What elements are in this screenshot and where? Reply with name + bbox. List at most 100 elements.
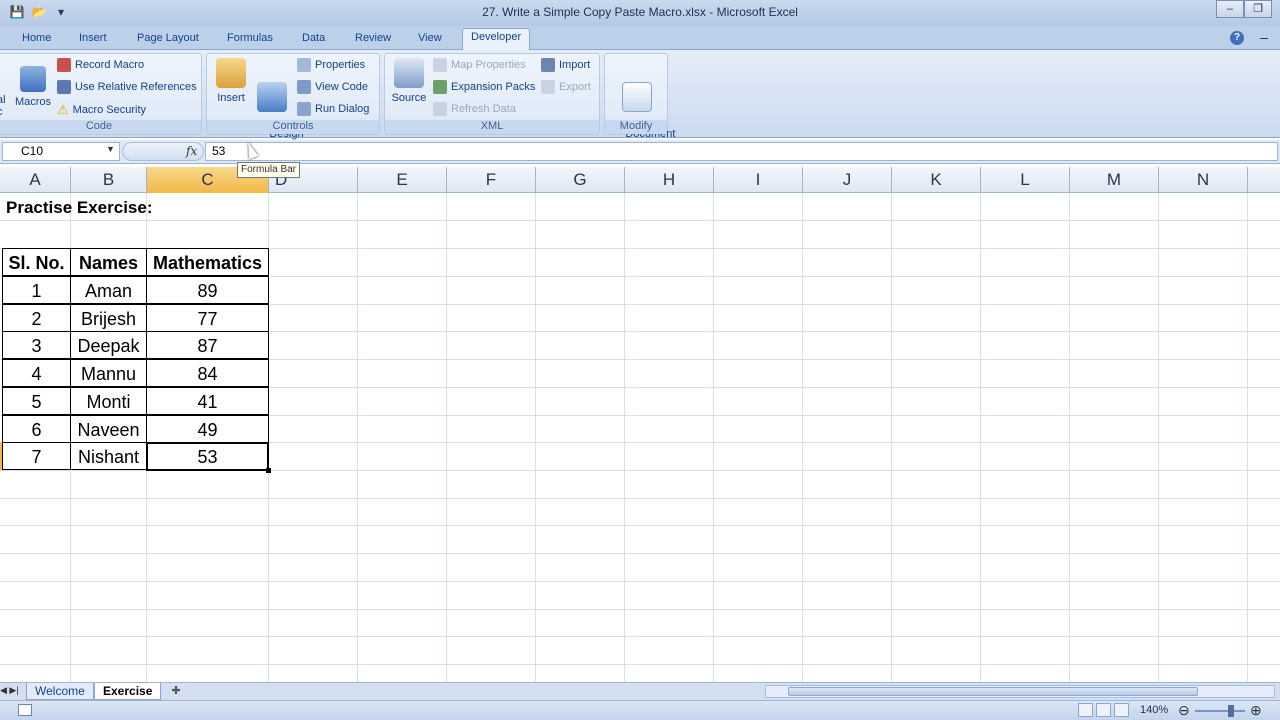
name-box[interactable]: C10 (2, 142, 120, 161)
column-header-f[interactable]: F (447, 167, 536, 193)
record-macro-button[interactable]: Record Macro (57, 58, 144, 72)
code-group: al c Macros Record Macro Use Relative Re… (0, 53, 202, 135)
table-cell[interactable]: 4 (2, 359, 71, 387)
insert-function-icon[interactable]: fx (186, 144, 197, 158)
column-header-l[interactable]: L (981, 167, 1070, 193)
ribbon: al c Macros Record Macro Use Relative Re… (0, 50, 1280, 152)
refresh-data-button[interactable]: Refresh Data (433, 102, 516, 116)
column-header-b[interactable]: B (71, 167, 147, 193)
title-bar: 💾 📂 ▾ 27. Write a Simple Copy Paste Macr… (0, 0, 1280, 26)
column-header-g[interactable]: G (536, 167, 625, 193)
column-header-m[interactable]: M (1070, 167, 1159, 193)
window-title: 27. Write a Simple Copy Paste Macro.xlsx… (482, 5, 798, 19)
zoom-level[interactable]: 140% (1140, 704, 1168, 716)
relative-references-icon (57, 80, 71, 94)
horizontal-scrollbar[interactable] (765, 685, 1275, 698)
tab-page-layout[interactable]: Page Layout (129, 30, 207, 46)
page-break-view-icon[interactable] (1114, 703, 1129, 717)
map-properties-button[interactable]: Map Properties (433, 58, 526, 72)
column-header-i[interactable]: I (714, 167, 803, 193)
table-cell[interactable]: Aman (70, 276, 147, 304)
tab-review[interactable]: Review (347, 30, 399, 46)
fill-handle[interactable] (266, 468, 271, 473)
xml-group: Source Map Properties Expansion Packs Re… (384, 53, 600, 135)
restore-button[interactable]: ❐ (1244, 0, 1272, 18)
name-box-dropdown-icon[interactable]: ▼ (106, 144, 115, 154)
status-bar: 140% ⊖ ⊕ (0, 700, 1280, 720)
table-cell[interactable]: Mannu (70, 359, 147, 387)
column-header-h[interactable]: H (625, 167, 714, 193)
table-header-cell[interactable]: Names (70, 248, 147, 276)
table-header-cell[interactable]: Mathematics (146, 248, 269, 276)
tab-formulas[interactable]: Formulas (219, 30, 281, 46)
table-cell[interactable]: 89 (146, 276, 269, 304)
macro-security-button[interactable]: ⚠ Macro Security (57, 102, 146, 118)
source-icon (394, 58, 424, 88)
table-cell[interactable]: Brijesh (70, 304, 147, 332)
tab-developer[interactable]: Developer (462, 28, 531, 50)
tab-insert[interactable]: Insert (71, 30, 115, 46)
document-panel-icon (622, 82, 652, 112)
help-icon[interactable]: ? (1230, 31, 1244, 45)
sheet-tab-welcome[interactable]: Welcome (26, 683, 94, 700)
table-cell[interactable]: 1 (2, 276, 71, 304)
table-cell[interactable]: Deepak (70, 331, 147, 359)
use-relative-references-button[interactable]: Use Relative References (57, 80, 197, 94)
view-code-icon (297, 80, 311, 94)
import-button[interactable]: Import (541, 58, 590, 72)
view-code-button[interactable]: View Code (297, 80, 368, 94)
page-layout-view-icon[interactable] (1096, 703, 1111, 717)
worksheet-grid[interactable]: A B C D E F G H I J K L M N Practise Exe… (0, 167, 1280, 682)
insert-control-button[interactable]: Insert (213, 58, 249, 104)
table-cell[interactable]: 7 (2, 442, 71, 470)
sheet-nav-icon[interactable]: ◀ ▶| (0, 685, 19, 696)
visual-basic-button[interactable]: al c (0, 94, 11, 118)
tab-data[interactable]: Data (294, 30, 333, 46)
map-properties-icon (433, 58, 447, 72)
column-header-e[interactable]: E (358, 167, 447, 193)
formula-input[interactable]: 53 (205, 142, 1278, 161)
table-cell[interactable]: 2 (2, 304, 71, 332)
scrollbar-thumb[interactable] (788, 687, 1198, 696)
record-macro-icon (57, 58, 71, 72)
run-dialog-icon (297, 102, 311, 116)
table-cell[interactable]: Monti (70, 387, 147, 415)
table-cell[interactable]: 5 (2, 387, 71, 415)
table-cell[interactable]: 3 (2, 331, 71, 359)
macros-button[interactable]: Macros (13, 58, 53, 108)
table-cell[interactable]: 6 (2, 415, 71, 443)
table-cell[interactable]: 77 (146, 304, 269, 332)
controls-group: Insert Design Mode Properties View Code … (206, 53, 380, 152)
zoom-in-icon[interactable]: ⊕ (1250, 702, 1262, 719)
tab-home[interactable]: Home (14, 30, 59, 46)
macro-record-status-icon[interactable] (18, 704, 32, 716)
column-header-j[interactable]: J (803, 167, 892, 193)
zoom-out-icon[interactable]: ⊖ (1178, 702, 1190, 719)
table-cell[interactable]: Nishant (70, 442, 147, 470)
export-button[interactable]: Export (541, 80, 591, 94)
ribbon-minimize-icon[interactable]: – (1260, 29, 1268, 45)
source-button[interactable]: Source (389, 58, 429, 104)
properties-button[interactable]: Properties (297, 58, 365, 72)
table-cell[interactable]: 41 (146, 387, 269, 415)
run-dialog-button[interactable]: Run Dialog (297, 102, 369, 116)
table-cell[interactable]: Naveen (70, 415, 147, 443)
gridline (0, 636, 1280, 637)
expansion-packs-button[interactable]: Expansion Packs (433, 80, 535, 94)
table-cell[interactable]: 87 (146, 331, 269, 359)
column-header-k[interactable]: K (892, 167, 981, 193)
column-header-n[interactable]: N (1159, 167, 1248, 193)
gridline (0, 525, 1280, 526)
column-header-a[interactable]: A (0, 167, 71, 193)
table-cell[interactable]: 49 (146, 415, 269, 443)
normal-view-icon[interactable] (1078, 703, 1093, 717)
table-cell[interactable]: 84 (146, 359, 269, 387)
insert-sheet-icon[interactable]: ✚ (168, 684, 184, 698)
sheet-tab-exercise[interactable]: Exercise (94, 683, 162, 700)
zoom-slider[interactable] (1195, 710, 1245, 712)
zoom-slider-thumb[interactable] (1228, 705, 1234, 717)
minimize-button[interactable]: – (1216, 0, 1244, 18)
modify-group-label: Modify (605, 120, 667, 134)
tab-view[interactable]: View (410, 30, 450, 46)
table-header-cell[interactable]: Sl. No. (2, 248, 71, 276)
